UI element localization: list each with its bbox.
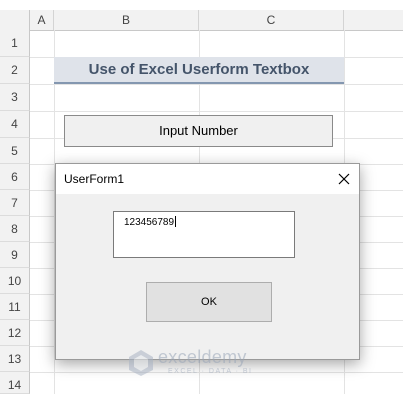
ok-button[interactable]: OK [146, 282, 272, 322]
sheet-title-cell[interactable]: Use of Excel Userform Textbox [54, 57, 344, 84]
row-header-5[interactable]: 5 [0, 138, 30, 164]
row-header-10[interactable]: 10 [0, 268, 30, 294]
row-header-8[interactable]: 8 [0, 216, 30, 242]
column-header-row: A B C [0, 10, 403, 31]
column-header-a[interactable]: A [30, 10, 54, 30]
exceldemy-watermark: exceldemy EXCEL · DATA · BI [128, 347, 298, 383]
grid-line [30, 84, 403, 85]
select-all-corner[interactable] [0, 10, 30, 30]
watermark-name: exceldemy [158, 347, 247, 367]
userform-titlebar[interactable]: UserForm1 [56, 164, 359, 194]
userform-title: UserForm1 [64, 172, 125, 186]
text-caret [175, 216, 177, 227]
row-header-1[interactable]: 1 [0, 30, 30, 57]
userform-dialog: UserForm1 123456789 OK [55, 163, 360, 360]
exceldemy-logo-icon [128, 349, 154, 382]
row-header-6[interactable]: 6 [0, 164, 30, 190]
spreadsheet: A B C 1 2 3 4 5 6 7 8 9 10 11 12 13 14 U… [0, 0, 403, 394]
row-header-4[interactable]: 4 [0, 111, 30, 138]
row-header-13[interactable]: 13 [0, 346, 30, 372]
column-header-b[interactable]: B [54, 10, 199, 30]
row-header-12[interactable]: 12 [0, 320, 30, 346]
column-header-c[interactable]: C [199, 10, 344, 30]
row-header-14[interactable]: 14 [0, 372, 30, 394]
number-textbox[interactable]: 123456789 [113, 211, 295, 258]
input-number-button[interactable]: Input Number [64, 115, 333, 147]
row-header-3[interactable]: 3 [0, 84, 30, 111]
textbox-value: 123456789 [124, 217, 175, 228]
close-icon[interactable] [329, 164, 359, 194]
watermark-tagline: EXCEL · DATA · BI [168, 368, 253, 375]
row-header-11[interactable]: 11 [0, 294, 30, 320]
row-header-7[interactable]: 7 [0, 190, 30, 216]
row-header-2[interactable]: 2 [0, 57, 30, 84]
row-header-9[interactable]: 9 [0, 242, 30, 268]
grid-line [30, 111, 403, 112]
